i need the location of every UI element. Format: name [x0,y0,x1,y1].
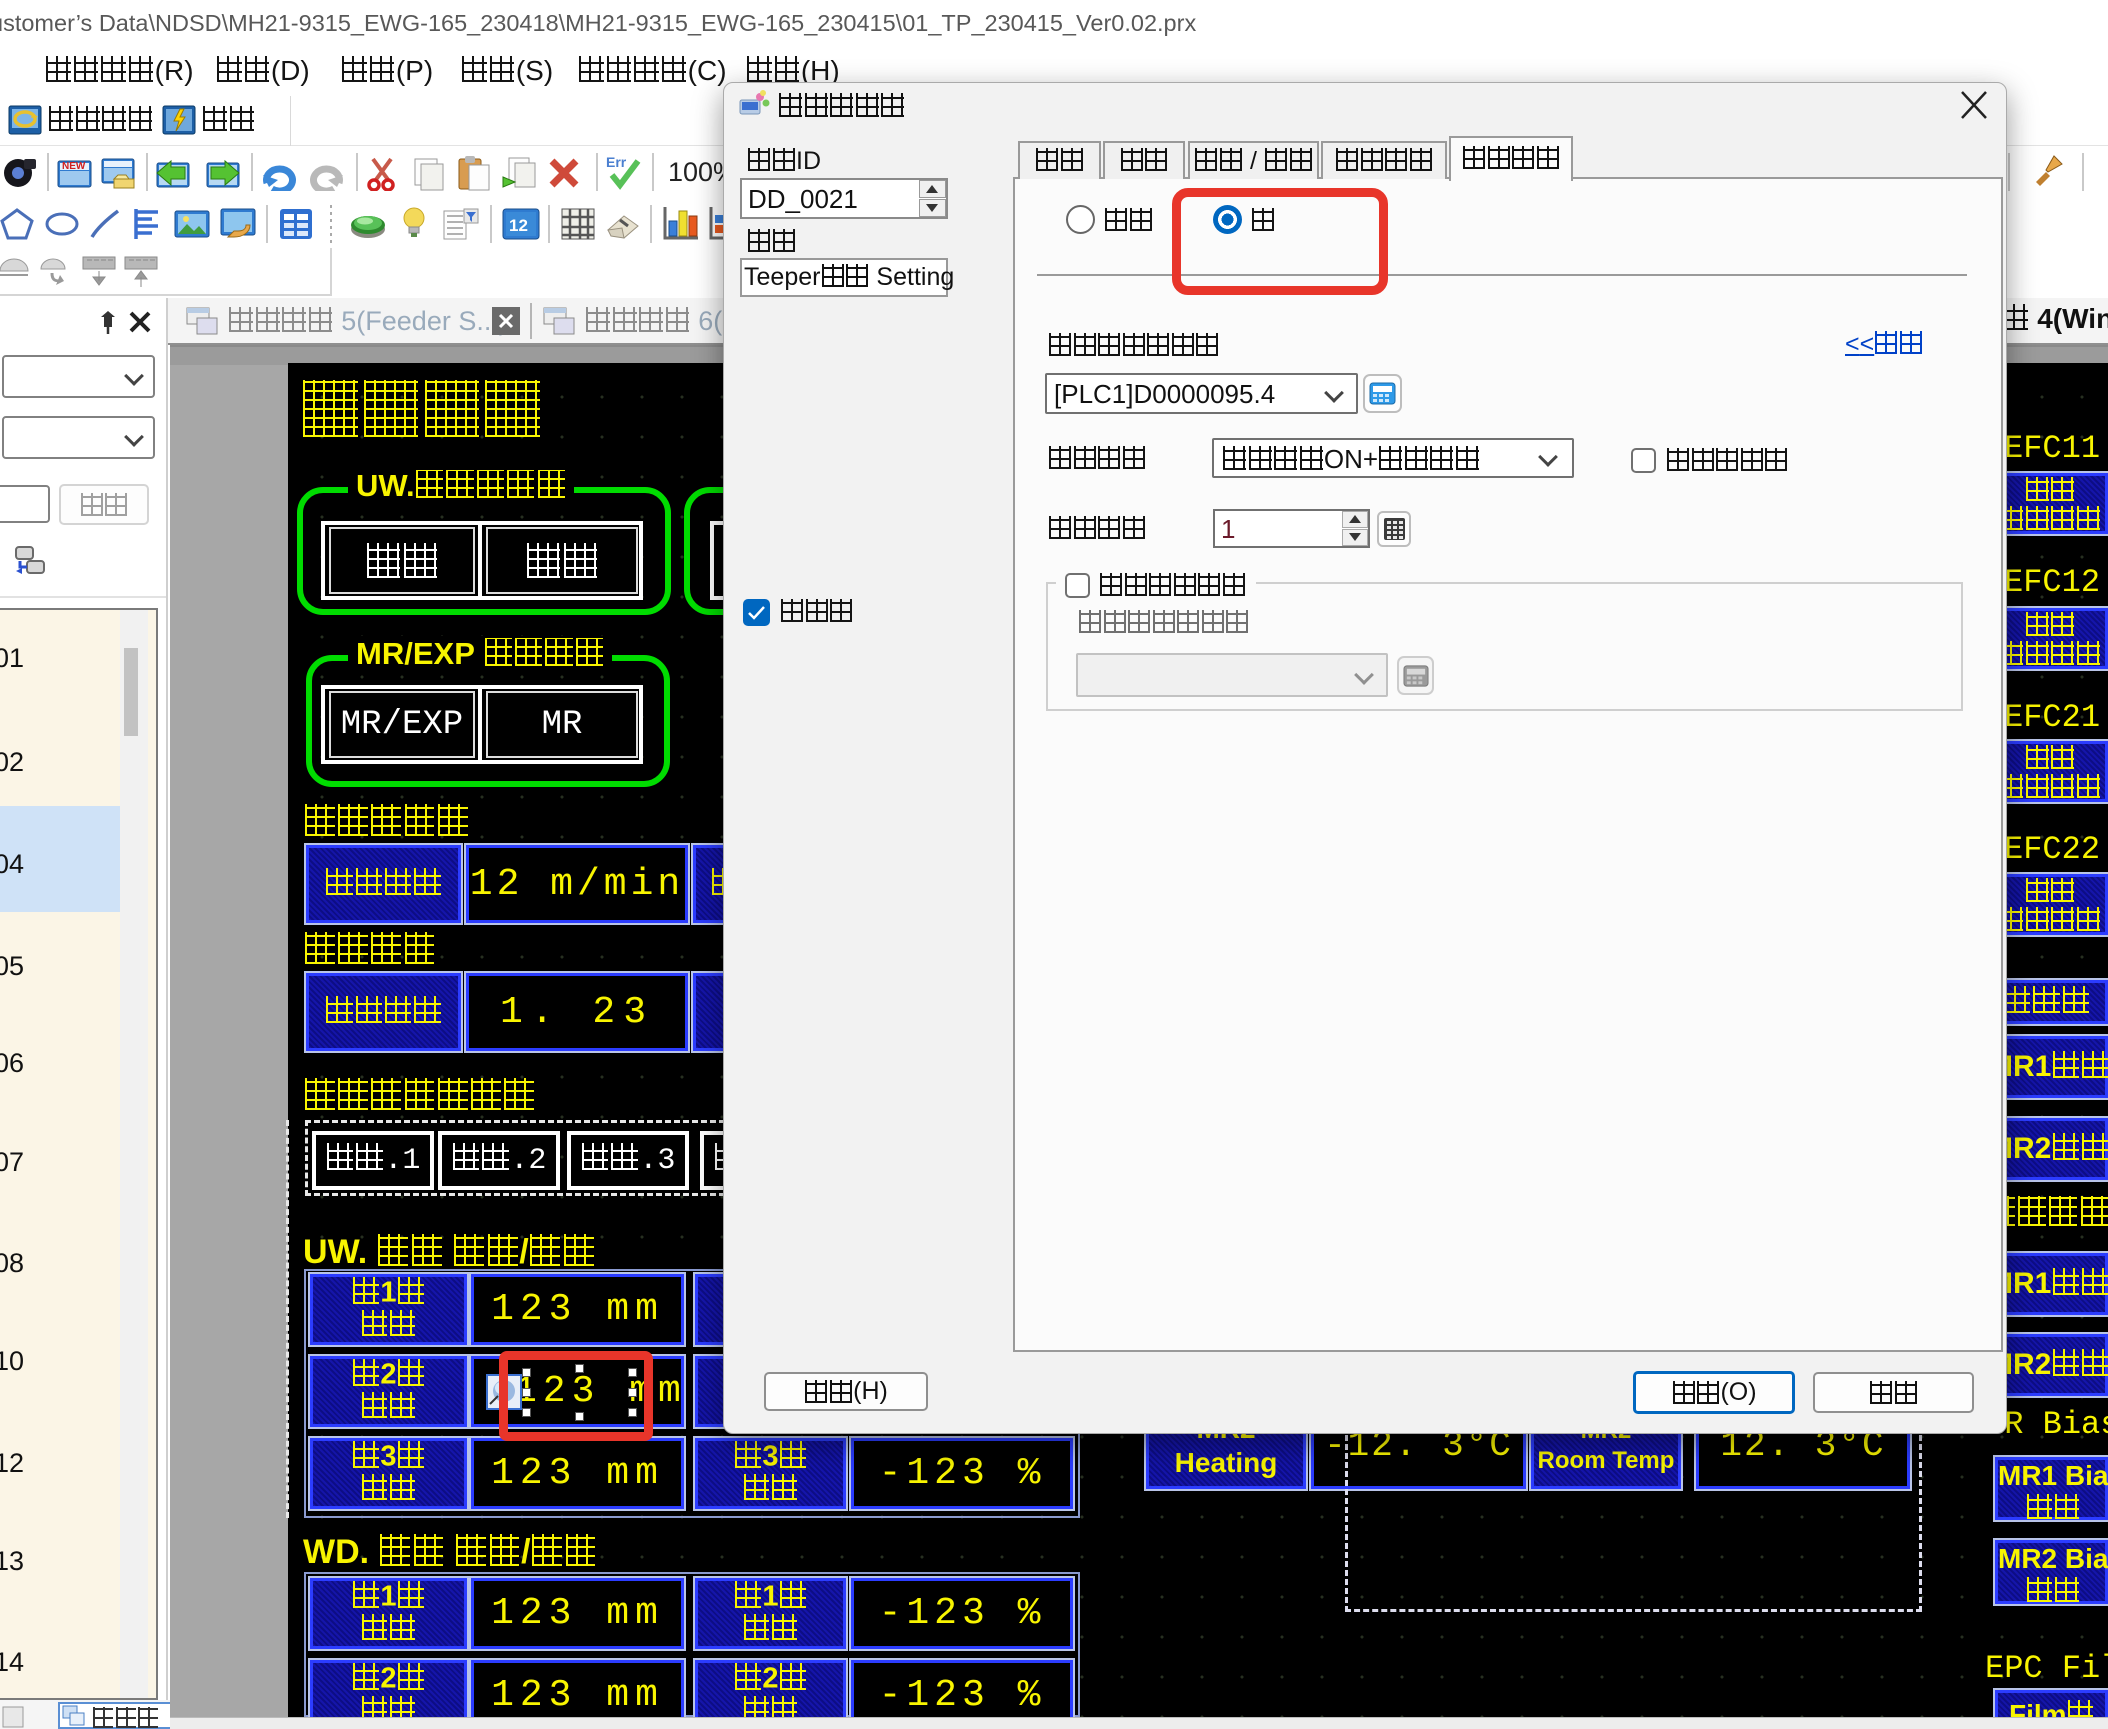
svg-text:12: 12 [509,216,528,235]
svg-text:NEW: NEW [62,161,86,172]
svg-text:Err: Err [606,154,627,170]
